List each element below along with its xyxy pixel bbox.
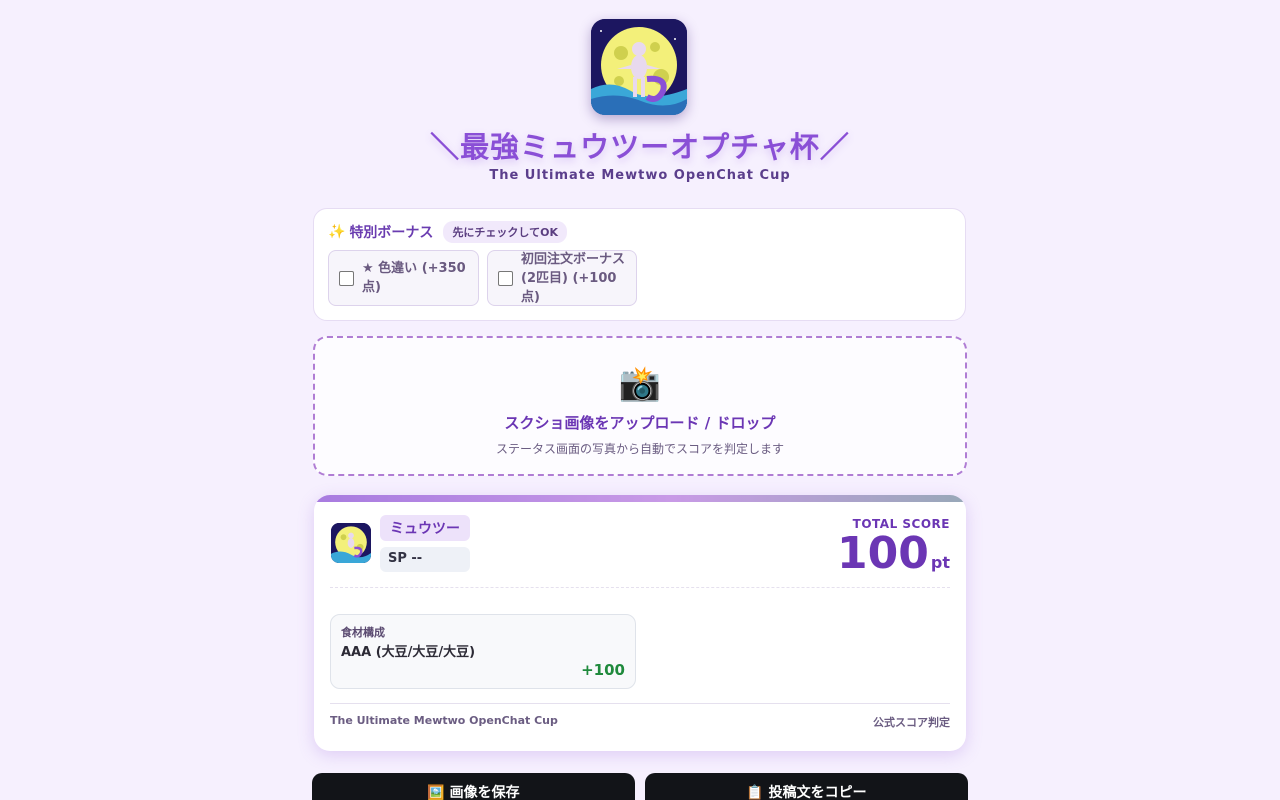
mewtwo-logo-icon [591, 19, 687, 115]
page-title: ＼最強ミュウツーオプチャ杯／ [430, 130, 850, 164]
first-order-bonus-checkbox[interactable] [498, 270, 513, 286]
shiny-bonus-option[interactable]: ★ 色違い (+350点) [328, 250, 479, 306]
page-subtitle: The Ultimate Mewtwo OpenChat Cup [489, 168, 791, 183]
shiny-bonus-label: ★ 色違い (+350点) [362, 261, 466, 295]
first-order-bonus-label: 初回注文ボーナス(2匹目) (+100点) [521, 251, 626, 305]
save-image-button[interactable]: 🖼️ 画像を保存 [312, 773, 635, 800]
upload-title: スクショ画像をアップロード / ドロップ [504, 414, 776, 432]
pokemon-name: ミュウツー [380, 515, 470, 541]
card-footer-title: The Ultimate Mewtwo OpenChat Cup [330, 714, 558, 727]
bonus-card: ✨ 特別ボーナス 先にチェックしてOK ★ 色違い (+350点) 初回注文ボー… [313, 208, 966, 321]
bonus-title: 特別ボーナス [349, 225, 434, 241]
camera-icon: 📸 [618, 364, 662, 404]
total-score: 100 pt [837, 529, 950, 579]
total-score-unit: pt [930, 553, 950, 572]
first-order-bonus-option[interactable]: 初回注文ボーナス(2匹目) (+100点) [487, 250, 637, 306]
divider [330, 587, 950, 588]
bonus-header: ✨ 特別ボーナス 先にチェックしてOK [328, 221, 567, 243]
ingredient-label: 食材構成 [341, 626, 385, 639]
card-accent-bar [314, 495, 966, 502]
ingredient-score-box: 食材構成 AAA (大豆/大豆/大豆) +100 [330, 614, 636, 689]
card-footer-note: 公式スコア判定 [873, 716, 950, 729]
bonus-hint-badge: 先にチェックしてOK [443, 221, 567, 243]
score-result-card: ミュウツー SP -- TOTAL SCORE 100 pt 食材構成 AAA … [314, 495, 966, 751]
upload-subtitle: ステータス画面の写真から自動でスコアを判定します [495, 442, 784, 456]
upload-dropzone[interactable]: 📸 スクショ画像をアップロード / ドロップ ステータス画面の写真から自動でスコ… [313, 336, 967, 476]
page: ＼最強ミュウツーオプチャ杯／ The Ultimate Mewtwo OpenC… [0, 0, 1280, 800]
pokemon-avatar-icon [331, 523, 371, 563]
ingredient-points: +100 [581, 661, 625, 679]
total-score-value: 100 [837, 528, 929, 579]
ingredient-value: AAA (大豆/大豆/大豆) [341, 645, 476, 660]
shiny-bonus-checkbox[interactable] [339, 270, 354, 286]
copy-post-button[interactable]: 📋 投稿文をコピー [645, 773, 968, 800]
sp-value: SP -- [380, 547, 470, 572]
sparkle-icon: ✨ [328, 224, 346, 240]
footer-divider [330, 703, 950, 704]
